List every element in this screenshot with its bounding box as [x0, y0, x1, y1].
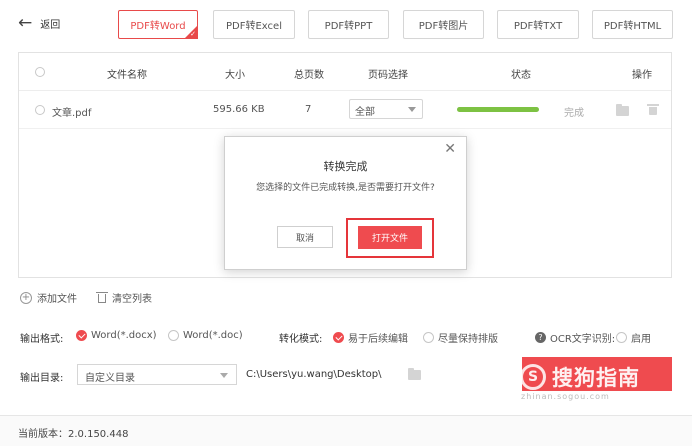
page-range-select[interactable]: 全部 — [349, 99, 423, 119]
tab-label: PDF转Word — [130, 21, 186, 32]
file-name: 文章.pdf — [52, 108, 92, 119]
tab-label: PDF转Excel — [226, 21, 282, 32]
tab-label: PDF转TXT — [513, 21, 563, 32]
radio-checked-icon — [76, 330, 87, 341]
radio-unchecked-icon — [423, 332, 434, 343]
conversion-complete-dialog: ✕ 转换完成 您选择的文件已完成转换,是否需要打开文件? 取消 打开文件 — [224, 136, 467, 270]
format-doc-radio[interactable]: Word(*.doc) — [168, 330, 243, 341]
radio-checked-icon — [333, 332, 344, 343]
conversion-mode-label: 转化模式: — [279, 334, 323, 345]
radio-unchecked-icon — [168, 330, 179, 341]
ocr-enable-label: 启用 — [631, 334, 651, 345]
clear-list-label: 清空列表 — [112, 294, 152, 305]
cancel-button[interactable]: 取消 — [277, 226, 333, 248]
back-arrow-icon: ← — [18, 13, 33, 33]
table-header: 文件名称 大小 总页数 页码选择 状态 操作 — [19, 53, 671, 91]
column-header-name: 文件名称 — [107, 70, 147, 81]
back-button[interactable]: ← 返回 — [18, 13, 61, 33]
open-file-button[interactable]: 打开文件 — [358, 226, 422, 249]
output-dir-value: 自定义目录 — [85, 373, 135, 384]
ocr-enable-radio[interactable]: 启用 — [616, 330, 651, 345]
output-dir-label: 输出目录: — [20, 373, 64, 384]
format-docx-radio[interactable]: Word(*.docx) — [76, 330, 157, 341]
row-select-radio[interactable] — [35, 105, 45, 115]
column-header-page-select: 页码选择 — [368, 70, 408, 81]
ocr-label: OCR文字识别: — [550, 334, 616, 345]
chevron-down-icon — [220, 373, 228, 378]
column-header-actions: 操作 — [632, 70, 652, 81]
status-text: 完成 — [564, 108, 584, 119]
output-path: C:\Users\yu.wang\Desktop\ — [246, 369, 382, 380]
radio-unchecked-icon — [616, 332, 627, 343]
check-icon: ✓ — [190, 30, 196, 38]
conversion-progress-bar — [457, 107, 539, 112]
tab-pdf-to-excel[interactable]: PDF转Excel — [213, 10, 295, 39]
chevron-down-icon — [408, 107, 416, 112]
progress-fill — [457, 107, 539, 112]
clear-list-button[interactable]: 清空列表 — [96, 290, 152, 305]
column-header-size: 大小 — [225, 70, 245, 81]
dialog-message: 您选择的文件已完成转换,是否需要打开文件? — [256, 183, 435, 193]
help-icon[interactable]: ? — [535, 332, 546, 343]
mode-edit-radio[interactable]: 易于后续编辑 — [333, 330, 408, 345]
mode-layout-label: 尽量保持排版 — [438, 334, 498, 345]
watermark-url: zhinan.sogou.com — [521, 392, 610, 401]
tab-pdf-to-ppt[interactable]: PDF转PPT — [308, 10, 389, 39]
trash-icon — [96, 291, 108, 304]
sogou-watermark: S 搜狗指南 — [520, 357, 685, 397]
folder-icon[interactable] — [408, 368, 421, 380]
version-text: 当前版本：2.0.150.448 — [18, 429, 129, 440]
status-bar: 当前版本：2.0.150.448 — [0, 415, 692, 446]
ocr-option: ? OCR文字识别: — [535, 330, 615, 345]
back-label: 返回 — [40, 19, 61, 31]
page-range-value: 全部 — [355, 107, 375, 118]
folder-icon[interactable] — [616, 104, 629, 116]
select-all-radio[interactable] — [35, 67, 45, 77]
tab-pdf-to-image[interactable]: PDF转图片 — [403, 10, 484, 39]
format-docx-label: Word(*.docx) — [91, 330, 157, 341]
sogou-logo-icon: S — [520, 364, 546, 390]
table-row[interactable]: 文章.pdf 595.66 KB 7 全部 完成 — [19, 91, 671, 129]
watermark-text: 搜狗指南 — [552, 366, 640, 390]
format-doc-label: Word(*.doc) — [183, 330, 243, 341]
page-count: 7 — [305, 104, 312, 115]
mode-layout-radio[interactable]: 尽量保持排版 — [423, 330, 498, 345]
tab-label: PDF转图片 — [418, 21, 469, 32]
mode-edit-label: 易于后续编辑 — [348, 334, 408, 345]
dialog-title: 转换完成 — [323, 160, 368, 173]
column-header-status: 状态 — [511, 70, 531, 81]
top-bar: ← 返回 PDF转Word ✓ PDF转Excel PDF转PPT PDF转图片… — [0, 0, 692, 50]
plus-circle-icon: + — [20, 291, 32, 304]
add-file-label: 添加文件 — [37, 294, 77, 305]
column-header-pages: 总页数 — [294, 70, 324, 81]
tab-pdf-to-html[interactable]: PDF转HTML — [592, 10, 673, 39]
output-dir-select[interactable]: 自定义目录 — [77, 364, 237, 385]
tab-pdf-to-word[interactable]: PDF转Word ✓ — [118, 10, 198, 39]
close-icon[interactable]: ✕ — [444, 141, 456, 157]
tab-label: PDF转HTML — [603, 21, 662, 32]
output-format-label: 输出格式: — [20, 334, 64, 345]
tab-label: PDF转PPT — [324, 21, 373, 32]
trash-icon[interactable] — [647, 104, 659, 115]
tab-pdf-to-txt[interactable]: PDF转TXT — [497, 10, 579, 39]
file-size: 595.66 KB — [213, 104, 265, 115]
add-file-button[interactable]: + 添加文件 — [20, 290, 77, 305]
